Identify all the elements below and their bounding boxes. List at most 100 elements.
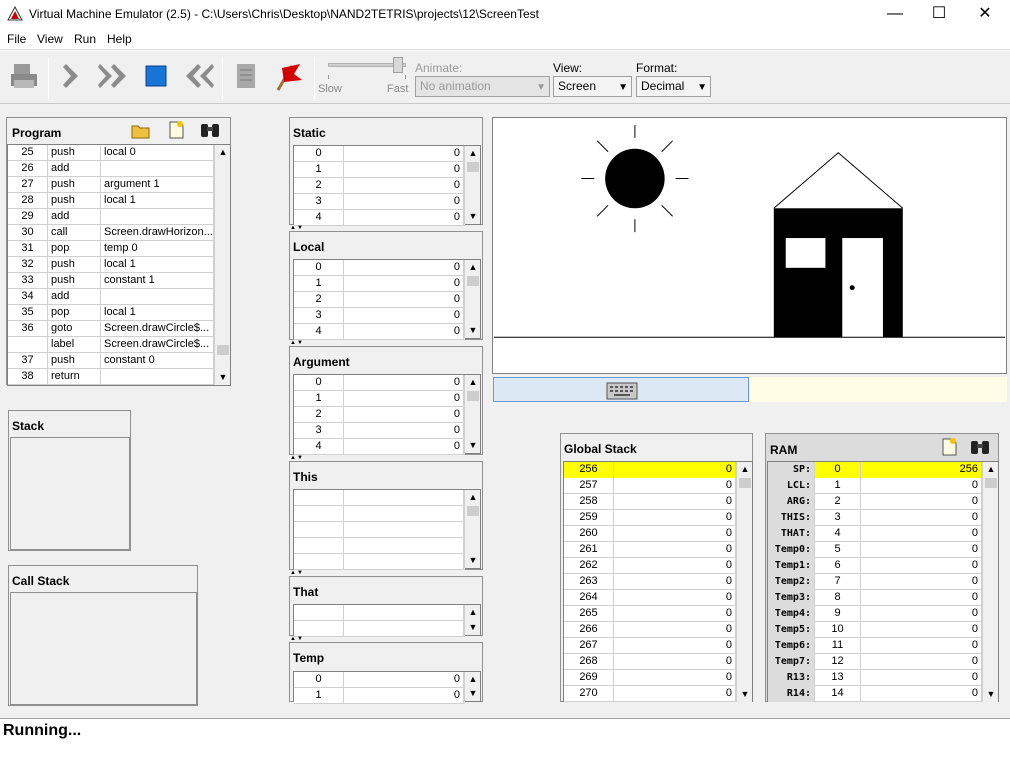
vertical-scrollbar[interactable]: ▲ ▼ bbox=[464, 490, 480, 568]
ram-row[interactable]: Temp2: 7 0 bbox=[768, 574, 983, 590]
program-row[interactable]: 34 add bbox=[8, 289, 214, 305]
menu-view[interactable]: View bbox=[37, 32, 63, 46]
segment-row[interactable]: 10 bbox=[294, 391, 465, 407]
rewind-icon[interactable] bbox=[182, 60, 214, 92]
segment-row[interactable]: 20 bbox=[294, 407, 465, 423]
segment-row[interactable]: 40 bbox=[294, 324, 465, 340]
fast-forward-icon[interactable] bbox=[98, 60, 130, 92]
program-row[interactable]: 25 push local 0 bbox=[8, 145, 214, 161]
program-row[interactable]: 33 push constant 1 bbox=[8, 273, 214, 289]
menu-help[interactable]: Help bbox=[107, 32, 132, 46]
single-step-icon[interactable] bbox=[58, 60, 90, 92]
ram-row[interactable]: THAT: 4 0 bbox=[768, 526, 983, 542]
close-button[interactable]: ✕ bbox=[962, 0, 1008, 30]
scroll-thumb[interactable] bbox=[985, 478, 997, 488]
ram-row[interactable]: Temp0: 5 0 bbox=[768, 542, 983, 558]
scroll-thumb[interactable] bbox=[217, 345, 229, 355]
segment-row[interactable]: 00 bbox=[294, 672, 465, 688]
global-stack-row[interactable]: 256 0 bbox=[564, 462, 737, 478]
segment-row[interactable]: 20 bbox=[294, 292, 465, 308]
segment-row[interactable]: 30 bbox=[294, 423, 465, 439]
segment-row[interactable]: 40 bbox=[294, 439, 465, 455]
segment-row[interactable] bbox=[294, 538, 465, 554]
global-stack-row[interactable]: 268 0 bbox=[564, 654, 737, 670]
global-stack-row[interactable]: 266 0 bbox=[564, 622, 737, 638]
menu-file[interactable]: File bbox=[7, 32, 26, 46]
segment-row[interactable]: 30 bbox=[294, 194, 465, 210]
ram-row[interactable]: LCL: 1 0 bbox=[768, 478, 983, 494]
segment-row[interactable] bbox=[294, 605, 465, 621]
global-stack-row[interactable]: 262 0 bbox=[564, 558, 737, 574]
global-stack-table[interactable]: 256 0 257 0 258 0 259 0 260 0 261 0 262 0 263 0 264 0 265 0… bbox=[563, 461, 753, 702]
vertical-scrollbar[interactable]: ▲ ▼ bbox=[464, 260, 480, 338]
breakpoint-flag-icon[interactable] bbox=[272, 60, 304, 92]
scroll-up-icon[interactable]: ▲ bbox=[465, 260, 481, 274]
segment-row[interactable] bbox=[294, 522, 465, 538]
scroll-up-icon[interactable]: ▲ bbox=[465, 146, 481, 160]
maximize-button[interactable]: ☐ bbox=[916, 0, 962, 30]
program-row[interactable]: 32 push local 1 bbox=[8, 257, 214, 273]
script-icon[interactable] bbox=[230, 60, 262, 92]
program-row[interactable]: 36 goto Screen.drawCircle$... bbox=[8, 321, 214, 337]
program-table[interactable]: 25 push local 0 26 add 27 push argument 1 28 push… bbox=[7, 144, 231, 386]
segment-row[interactable]: 10 bbox=[294, 688, 465, 704]
menu-run[interactable]: Run bbox=[74, 32, 96, 46]
ram-row[interactable]: Temp1: 6 0 bbox=[768, 558, 983, 574]
segment-row[interactable] bbox=[294, 621, 465, 637]
scroll-down-icon[interactable]: ▼ bbox=[465, 438, 481, 452]
segment-row[interactable]: 00 bbox=[294, 146, 465, 162]
vertical-scrollbar[interactable]: ▲ ▼ bbox=[464, 672, 480, 701]
format-select[interactable]: Decimal ▼ bbox=[636, 76, 711, 97]
scroll-down-icon[interactable]: ▼ bbox=[465, 323, 481, 337]
scroll-down-icon[interactable]: ▼ bbox=[215, 370, 231, 384]
scroll-up-icon[interactable]: ▲ bbox=[465, 375, 481, 389]
scroll-down-icon[interactable]: ▼ bbox=[465, 553, 481, 567]
segment-row[interactable]: 10 bbox=[294, 162, 465, 178]
scroll-down-icon[interactable]: ▼ bbox=[465, 209, 481, 223]
global-stack-row[interactable]: 261 0 bbox=[564, 542, 737, 558]
binoculars-icon[interactable] bbox=[199, 121, 221, 139]
global-stack-row[interactable]: 258 0 bbox=[564, 494, 737, 510]
new-file-icon[interactable] bbox=[940, 437, 958, 457]
global-stack-row[interactable]: 267 0 bbox=[564, 638, 737, 654]
scroll-thumb[interactable] bbox=[467, 391, 479, 401]
vertical-scrollbar[interactable]: ▲ ▼ bbox=[464, 605, 480, 635]
program-row[interactable]: label Screen.drawCircle$... bbox=[8, 337, 214, 353]
scroll-up-icon[interactable]: ▲ bbox=[465, 605, 481, 619]
vertical-scrollbar[interactable]: ▲ ▼ bbox=[982, 462, 998, 702]
segment-row[interactable] bbox=[294, 554, 465, 570]
that-table[interactable]: ▲ ▼ bbox=[293, 604, 481, 637]
vertical-scrollbar[interactable]: ▲ ▼ bbox=[736, 462, 752, 702]
ram-row[interactable]: ARG: 2 0 bbox=[768, 494, 983, 510]
ram-row[interactable]: Temp7: 12 0 bbox=[768, 654, 983, 670]
animate-select[interactable]: No animation ▼ bbox=[415, 76, 550, 97]
ram-row[interactable]: THIS: 3 0 bbox=[768, 510, 983, 526]
scroll-down-icon[interactable]: ▼ bbox=[737, 687, 753, 701]
program-row[interactable]: 30 call Screen.drawHorizon... bbox=[8, 225, 214, 241]
ram-row[interactable]: Temp4: 9 0 bbox=[768, 606, 983, 622]
global-stack-row[interactable]: 269 0 bbox=[564, 670, 737, 686]
program-row[interactable]: 38 return bbox=[8, 369, 214, 385]
keyboard-input[interactable] bbox=[493, 377, 749, 402]
global-stack-row[interactable]: 260 0 bbox=[564, 526, 737, 542]
scroll-down-icon[interactable]: ▼ bbox=[465, 620, 481, 634]
ram-table[interactable]: SP: 0 256 LCL: 1 0 ARG: 2 0 THIS: 3 0 THAT: 4 0 Temp0: 5… bbox=[767, 461, 999, 702]
global-stack-row[interactable]: 265 0 bbox=[564, 606, 737, 622]
speed-slider-thumb[interactable] bbox=[393, 57, 403, 73]
minimize-button[interactable]: — bbox=[872, 0, 918, 30]
segment-row[interactable] bbox=[294, 490, 465, 506]
temp-table[interactable]: 0 0 1 0 ▲ ▼ bbox=[293, 671, 481, 704]
load-program-icon[interactable] bbox=[8, 60, 40, 92]
scroll-down-icon[interactable]: ▼ bbox=[983, 687, 999, 701]
argument-table[interactable]: 0 0 1 0 2 0 3 0 4 0 ▲ ▼ bbox=[293, 374, 481, 455]
program-row[interactable]: 27 push argument 1 bbox=[8, 177, 214, 193]
this-table[interactable]: ▲ ▼ bbox=[293, 489, 481, 570]
segment-row[interactable]: 30 bbox=[294, 308, 465, 324]
vertical-scrollbar[interactable]: ▲ ▼ bbox=[214, 145, 230, 385]
scroll-thumb[interactable] bbox=[739, 478, 751, 488]
scroll-up-icon[interactable]: ▲ bbox=[983, 462, 999, 476]
static-table[interactable]: 0 0 1 0 2 0 3 0 4 0 ▲ ▼ bbox=[293, 145, 481, 226]
scroll-thumb[interactable] bbox=[467, 162, 479, 172]
scroll-up-icon[interactable]: ▲ bbox=[737, 462, 753, 476]
program-row[interactable]: 28 push local 1 bbox=[8, 193, 214, 209]
